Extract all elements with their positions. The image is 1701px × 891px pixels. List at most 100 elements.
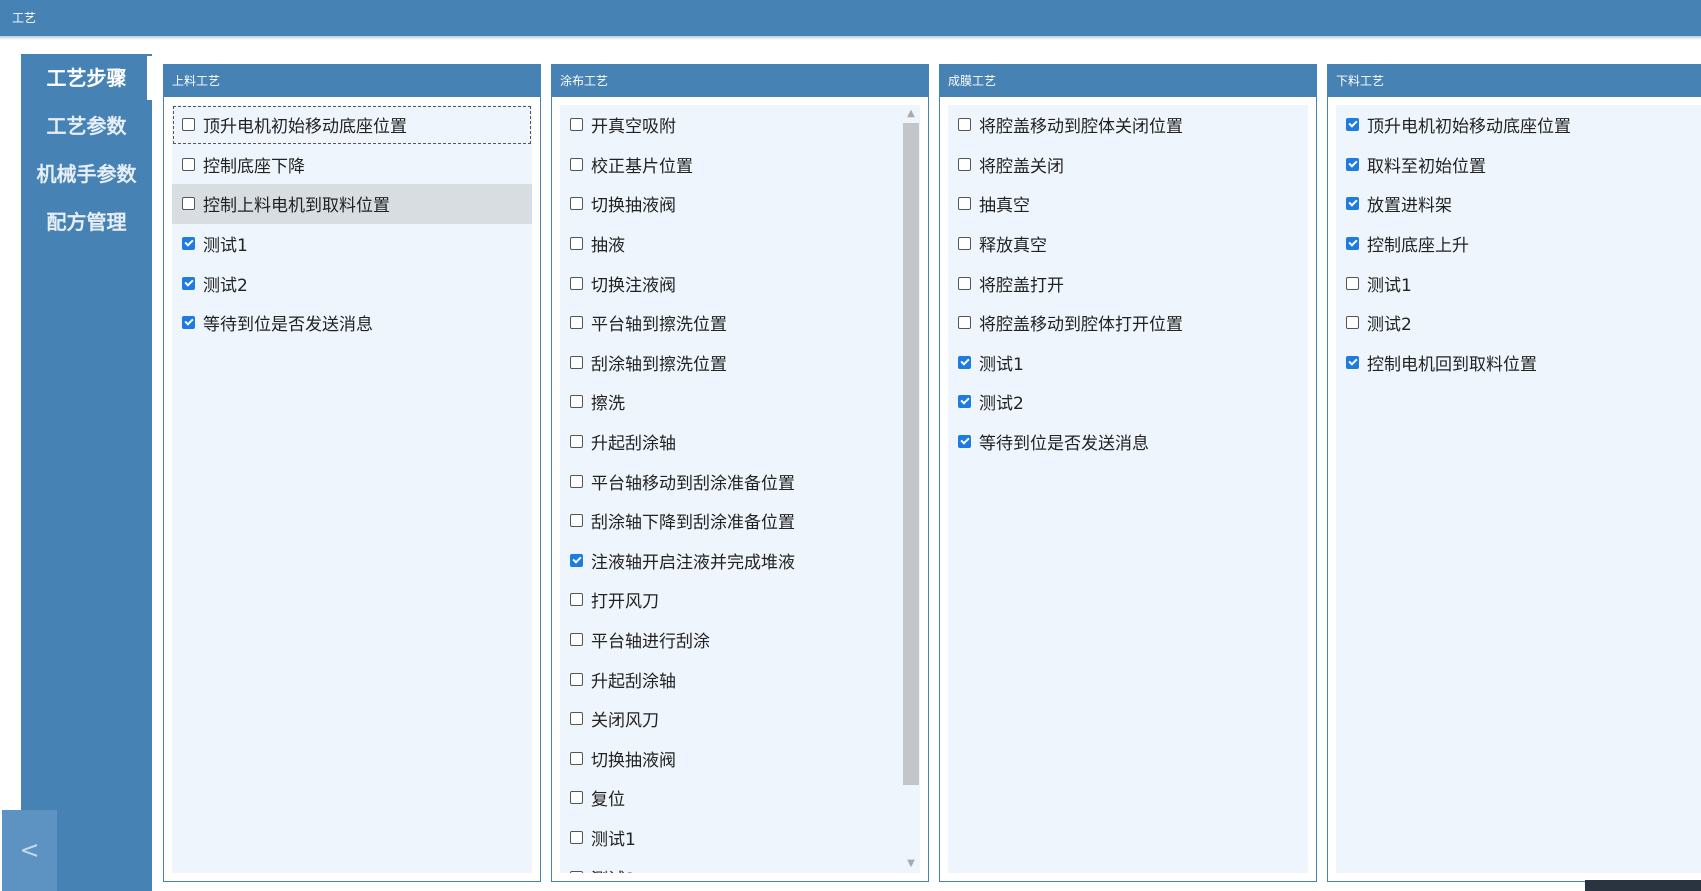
- window-title-bar: 工艺: [0, 0, 1701, 36]
- list-item[interactable]: 平台轴进行刮涂: [560, 620, 920, 660]
- checkbox[interactable]: [1346, 157, 1359, 171]
- checkbox[interactable]: [958, 355, 971, 369]
- list-item[interactable]: 将腔盖关闭: [948, 145, 1308, 185]
- checkbox[interactable]: [570, 435, 583, 449]
- checkbox[interactable]: [570, 633, 583, 647]
- list-item[interactable]: 测试2: [560, 857, 920, 873]
- list-item[interactable]: 控制电机回到取料位置: [1336, 343, 1701, 383]
- checkbox[interactable]: [570, 712, 583, 726]
- checkbox[interactable]: [958, 276, 971, 290]
- checkbox[interactable]: [958, 237, 971, 251]
- list-item[interactable]: 抽液: [560, 224, 920, 264]
- checkbox[interactable]: [958, 435, 971, 449]
- checkbox[interactable]: [182, 316, 195, 330]
- list-item[interactable]: 测试1: [172, 224, 532, 264]
- list-item[interactable]: 将腔盖移动到腔体关闭位置: [948, 105, 1308, 145]
- list-item[interactable]: 注液轴开启注液并完成堆液: [560, 541, 920, 581]
- checkbox[interactable]: [1346, 276, 1359, 290]
- sidebar-item-process-params[interactable]: 工艺参数: [21, 106, 152, 146]
- checkbox[interactable]: [1346, 197, 1359, 211]
- list-item[interactable]: 测试2: [948, 382, 1308, 422]
- checkbox[interactable]: [182, 118, 195, 132]
- checkbox[interactable]: [958, 316, 971, 330]
- list-item[interactable]: 取料至初始位置: [1336, 145, 1701, 185]
- list-item[interactable]: 升起刮涂轴: [560, 422, 920, 462]
- checkbox[interactable]: [182, 197, 195, 211]
- list-item[interactable]: 释放真空: [948, 224, 1308, 264]
- list-item[interactable]: 将腔盖移动到腔体打开位置: [948, 303, 1308, 343]
- checkbox[interactable]: [570, 474, 583, 488]
- list-item[interactable]: 测试2: [172, 263, 532, 303]
- list-item[interactable]: 控制上料电机到取料位置: [172, 184, 532, 224]
- list-item[interactable]: 打开风刀: [560, 580, 920, 620]
- checkbox[interactable]: [570, 791, 583, 805]
- checkbox[interactable]: [570, 514, 583, 528]
- list-item[interactable]: 顶升电机初始移动底座位置: [172, 105, 532, 145]
- list-item[interactable]: 切换注液阀: [560, 263, 920, 303]
- checkbox[interactable]: [570, 553, 583, 567]
- checkbox[interactable]: [570, 672, 583, 686]
- list-item[interactable]: 测试1: [948, 343, 1308, 383]
- list-item[interactable]: 切换抽液阀: [560, 739, 920, 779]
- panel-header: 涂布工艺: [552, 65, 928, 97]
- checkbox[interactable]: [570, 593, 583, 607]
- checkbox[interactable]: [570, 118, 583, 132]
- sidebar-item-robot-params[interactable]: 机械手参数: [21, 154, 152, 194]
- checkbox[interactable]: [570, 751, 583, 765]
- collapse-sidebar-button[interactable]: <: [2, 810, 57, 891]
- panel-unloading-process: 下料工艺 顶升电机初始移动底座位置 取料至初始位置 放置进料架 控制底座上升 测…: [1327, 64, 1701, 882]
- list-item[interactable]: 切换抽液阀: [560, 184, 920, 224]
- scroll-up-arrow-icon[interactable]: ▲: [902, 105, 920, 123]
- checkbox[interactable]: [182, 157, 195, 171]
- list-item[interactable]: 顶升电机初始移动底座位置: [1336, 105, 1701, 145]
- list-item[interactable]: 将腔盖打开: [948, 263, 1308, 303]
- checkbox[interactable]: [570, 830, 583, 844]
- list-item[interactable]: 等待到位是否发送消息: [948, 422, 1308, 462]
- checkbox[interactable]: [182, 237, 195, 251]
- list-item[interactable]: 擦洗: [560, 382, 920, 422]
- checkbox[interactable]: [570, 395, 583, 409]
- list-item[interactable]: 等待到位是否发送消息: [172, 303, 532, 343]
- panel-header: 成膜工艺: [940, 65, 1316, 97]
- list-item[interactable]: 平台轴移动到刮涂准备位置: [560, 461, 920, 501]
- checkbox[interactable]: [570, 355, 583, 369]
- list-item[interactable]: 放置进料架: [1336, 184, 1701, 224]
- list-item[interactable]: 开真空吸附: [560, 105, 920, 145]
- checkbox[interactable]: [570, 316, 583, 330]
- list-item[interactable]: 测试1: [1336, 263, 1701, 303]
- checkbox[interactable]: [570, 157, 583, 171]
- checkbox[interactable]: [182, 276, 195, 290]
- list-item[interactable]: 控制底座下降: [172, 145, 532, 185]
- checkbox[interactable]: [1346, 118, 1359, 132]
- checkbox[interactable]: [1346, 355, 1359, 369]
- list-item[interactable]: 升起刮涂轴: [560, 659, 920, 699]
- scroll-down-arrow-icon[interactable]: ▼: [902, 855, 920, 873]
- scrollbar[interactable]: ▲ ▼: [902, 105, 920, 873]
- checkbox[interactable]: [570, 870, 583, 873]
- list-item[interactable]: 抽真空: [948, 184, 1308, 224]
- list-item[interactable]: 刮涂轴到擦洗位置: [560, 343, 920, 383]
- step-list: 顶升电机初始移动底座位置 控制底座下降 控制上料电机到取料位置 测试1 测试2 …: [172, 105, 532, 873]
- checkbox[interactable]: [1346, 316, 1359, 330]
- list-item[interactable]: 测试1: [560, 818, 920, 858]
- list-item[interactable]: 测试2: [1336, 303, 1701, 343]
- list-item[interactable]: 刮涂轴下降到刮涂准备位置: [560, 501, 920, 541]
- checkbox[interactable]: [958, 197, 971, 211]
- checkbox[interactable]: [570, 197, 583, 211]
- checkbox[interactable]: [958, 118, 971, 132]
- checkbox[interactable]: [570, 276, 583, 290]
- sidebar: 工艺步骤 工艺参数 机械手参数 配方管理: [21, 54, 152, 891]
- list-item[interactable]: 关闭风刀: [560, 699, 920, 739]
- checkbox[interactable]: [958, 157, 971, 171]
- list-item[interactable]: 控制底座上升: [1336, 224, 1701, 264]
- list-item[interactable]: 平台轴到擦洗位置: [560, 303, 920, 343]
- checkbox[interactable]: [570, 237, 583, 251]
- checkbox[interactable]: [1346, 237, 1359, 251]
- sidebar-item-recipe-management[interactable]: 配方管理: [21, 202, 152, 242]
- checkbox[interactable]: [958, 395, 971, 409]
- step-list: 开真空吸附 校正基片位置 切换抽液阀 抽液 切换注液阀 平台轴到擦洗位置 刮涂轴…: [560, 105, 920, 873]
- sidebar-item-process-steps[interactable]: 工艺步骤: [21, 58, 152, 98]
- scroll-thumb[interactable]: [903, 123, 919, 785]
- list-item[interactable]: 复位: [560, 778, 920, 818]
- list-item[interactable]: 校正基片位置: [560, 145, 920, 185]
